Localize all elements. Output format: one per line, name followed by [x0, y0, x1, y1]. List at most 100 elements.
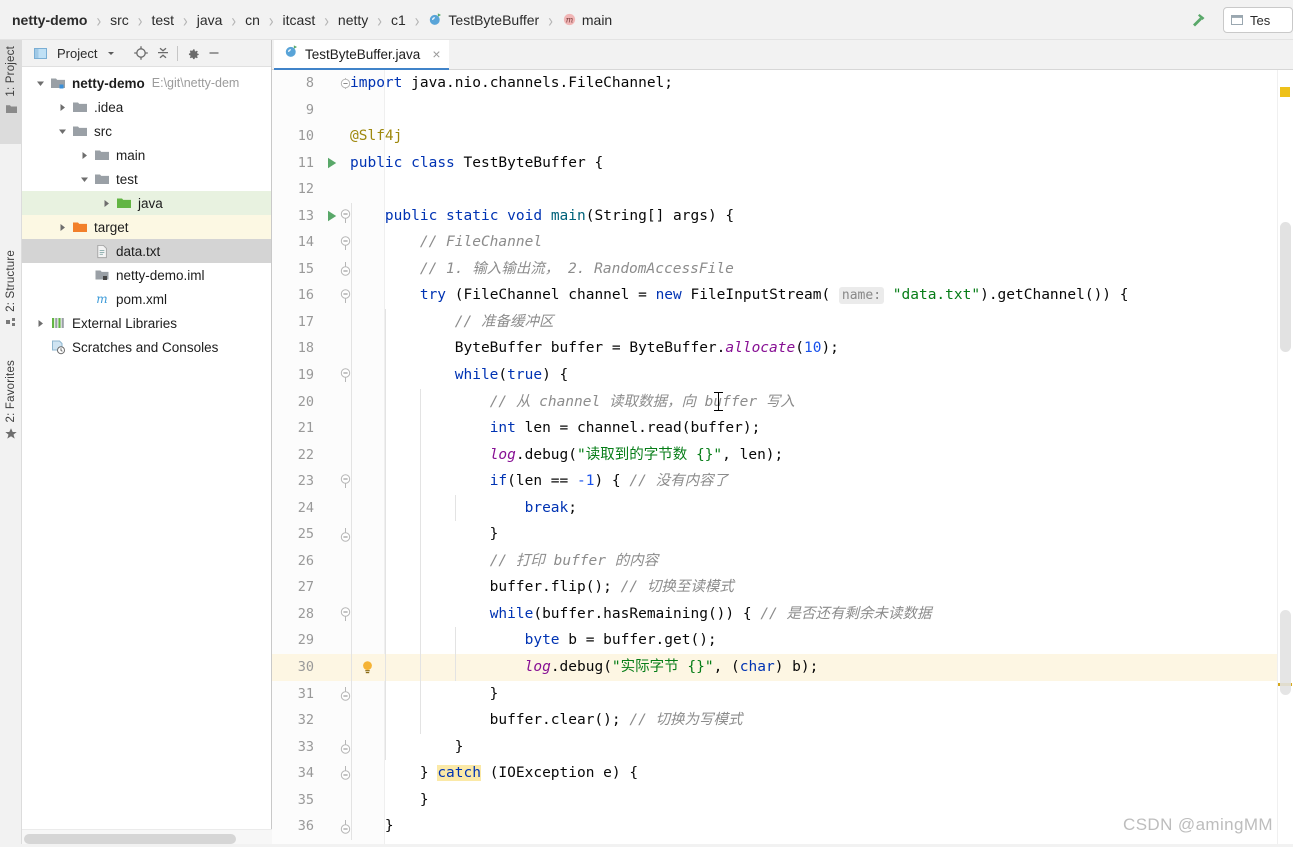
code-text[interactable]: public class TestByteBuffer {	[350, 150, 603, 177]
code-line[interactable]: 13 public static void main(String[] args…	[272, 202, 1293, 230]
code-text[interactable]: while(true) {	[350, 362, 569, 389]
code-text[interactable]: if(len == -1) { // 没有内容了	[350, 468, 728, 495]
code-line[interactable]: 35 }	[272, 786, 1293, 814]
list-item[interactable]: .idea	[22, 95, 271, 119]
code-text[interactable]: byte b = buffer.get();	[350, 627, 717, 654]
code-text[interactable]: }	[350, 681, 499, 708]
breadcrumb-item-c1[interactable]: c1	[389, 12, 408, 28]
code-viewport[interactable]: 8 import java.nio.channels.FileChannel; 9 1…	[272, 70, 1293, 847]
list-item[interactable]: m pom.xml	[22, 287, 271, 311]
code-text[interactable]: log.debug("读取到的字节数 {}", len);	[350, 442, 784, 469]
code-line[interactable]: 9	[272, 97, 1293, 124]
code-text[interactable]: int len = channel.read(buffer);	[350, 415, 761, 442]
gear-icon[interactable]	[181, 42, 203, 64]
code-line[interactable]: 16 try (FileChannel channel = new FileIn…	[272, 282, 1293, 309]
code-line[interactable]: 25 }	[272, 521, 1293, 548]
code-text[interactable]: ByteBuffer buffer = ByteBuffer.allocate(…	[350, 335, 839, 362]
chevron-right-icon[interactable]	[98, 195, 114, 211]
code-text[interactable]: }	[350, 734, 464, 761]
breadcrumb-item-netty-demo[interactable]: netty-demo	[10, 12, 89, 28]
code-line[interactable]: 20 // 从 channel 读取数据，向 buffer 写入	[272, 388, 1293, 416]
build-project-button[interactable]	[1185, 6, 1213, 34]
code-text[interactable]: break;	[350, 495, 577, 522]
list-item[interactable]: main	[22, 143, 271, 167]
scrollbar-thumb[interactable]	[24, 834, 236, 844]
code-text[interactable]: buffer.clear(); // 切换为写模式	[350, 707, 743, 734]
chevron-right-icon[interactable]	[32, 315, 48, 331]
code-text[interactable]: }	[350, 521, 499, 548]
breadcrumb-item-test[interactable]: test	[149, 12, 176, 28]
code-text[interactable]: // 准备缓冲区	[350, 309, 554, 336]
sidebar-item-favorites[interactable]: 2: Favorites	[0, 360, 22, 470]
chevron-right-icon[interactable]	[54, 219, 70, 235]
breadcrumb-item-netty[interactable]: netty	[336, 12, 370, 28]
list-item[interactable]: target	[22, 215, 271, 239]
list-item[interactable]: Scratches and Consoles	[22, 335, 271, 359]
code-text[interactable]: @Slf4j	[350, 123, 402, 150]
close-icon[interactable]: ×	[432, 47, 440, 61]
code-line[interactable]: 12	[272, 176, 1293, 203]
code-line[interactable]: 17 // 准备缓冲区	[272, 308, 1293, 336]
code-text[interactable]: while(buffer.hasRemaining()) { // 是否还有剩余…	[350, 601, 932, 628]
code-text[interactable]: buffer.flip(); // 切换至读模式	[350, 574, 734, 601]
code-text[interactable]: public static void main(String[] args) {	[350, 203, 734, 230]
code-line[interactable]: 21 int len = channel.read(buffer);	[272, 415, 1293, 442]
code-line[interactable]: 30 log.debug("实际字节 {}", (char) b);	[272, 654, 1293, 681]
list-item[interactable]: netty-demo E:\git\netty-dem	[22, 71, 271, 95]
run-configuration-selector[interactable]: Tes	[1223, 7, 1293, 33]
sidebar-item-structure[interactable]: 2: Structure	[0, 250, 22, 346]
code-line[interactable]: 8 import java.nio.channels.FileChannel;	[272, 70, 1293, 97]
code-line[interactable]: 32 buffer.clear(); // 切换为写模式	[272, 707, 1293, 734]
locate-icon[interactable]	[130, 42, 152, 64]
code-line[interactable]: 31 }	[272, 680, 1293, 708]
sidebar-item-project[interactable]: 1: Project	[0, 40, 22, 144]
list-item[interactable]: test	[22, 167, 271, 191]
chevron-right-icon[interactable]	[76, 147, 92, 163]
code-line[interactable]: 29 byte b = buffer.get();	[272, 627, 1293, 655]
code-text[interactable]: import java.nio.channels.FileChannel;	[350, 70, 673, 97]
code-text[interactable]: }	[350, 787, 429, 814]
code-text[interactable]: try (FileChannel channel = new FileInput…	[350, 282, 1129, 310]
code-line[interactable]: 34 } catch (IOException e) {	[272, 760, 1293, 787]
code-line[interactable]: 15 // 1. 输入输出流， 2. RandomAccessFile	[272, 255, 1293, 283]
chevron-down-icon[interactable]	[76, 171, 92, 187]
list-item[interactable]: netty-demo.iml	[22, 263, 271, 287]
chevron-down-icon[interactable]	[32, 75, 48, 91]
editor-marker-bar[interactable]	[1277, 70, 1293, 847]
project-tree[interactable]: netty-demo E:\git\netty-dem .idea src main te…	[22, 67, 271, 829]
breadcrumb[interactable]: netty-demo › src › test › java › cn › itcast › netty…	[10, 0, 614, 39]
breadcrumb-item-java[interactable]: java	[195, 12, 225, 28]
code-line[interactable]: 18 ByteBuffer buffer = ByteBuffer.alloca…	[272, 335, 1293, 363]
chevron-down-icon[interactable]	[54, 123, 70, 139]
code-lines[interactable]: 8 import java.nio.channels.FileChannel; 9 1…	[272, 70, 1293, 840]
code-text[interactable]: // 打印 buffer 的内容	[350, 548, 659, 575]
code-line[interactable]: 22 log.debug("读取到的字节数 {}", len);	[272, 441, 1293, 469]
code-line[interactable]: 27 buffer.flip(); // 切换至读模式	[272, 574, 1293, 601]
code-line[interactable]: 33 }	[272, 733, 1293, 761]
code-text[interactable]: }	[350, 813, 394, 840]
code-text[interactable]: } catch (IOException e) {	[350, 760, 638, 787]
editor-vertical-scrollbar[interactable]	[1280, 222, 1291, 352]
code-line[interactable]: 10 @Slf4j	[272, 123, 1293, 150]
list-item[interactable]: src	[22, 119, 271, 143]
breadcrumb-item-src[interactable]: src	[108, 12, 131, 28]
code-line[interactable]: 23 if(len == -1) { // 没有内容了	[272, 468, 1293, 495]
code-line[interactable]: 11 public class TestByteBuffer {	[272, 150, 1293, 177]
code-text[interactable]: // FileChannel	[350, 229, 542, 256]
code-text[interactable]: // 从 channel 读取数据，向 buffer 写入	[350, 389, 795, 416]
chevron-right-icon[interactable]	[54, 99, 70, 115]
warning-marker[interactable]	[1280, 87, 1290, 97]
hide-window-icon[interactable]	[203, 42, 225, 64]
breadcrumb-item-itcast[interactable]: itcast	[281, 12, 318, 28]
list-item[interactable]: data.txt	[22, 239, 271, 263]
list-item[interactable]: External Libraries	[22, 311, 271, 335]
editor-vertical-scrollbar-lower[interactable]	[1280, 610, 1291, 695]
code-text[interactable]: // 1. 输入输出流， 2. RandomAccessFile	[350, 256, 734, 283]
code-line[interactable]: 14 // FileChannel	[272, 229, 1293, 256]
breadcrumb-item-main[interactable]: m main	[560, 12, 614, 28]
code-line[interactable]: 24 break;	[272, 494, 1293, 522]
list-item[interactable]: java	[22, 191, 271, 215]
chevron-down-icon[interactable]	[100, 42, 122, 64]
breadcrumb-item-testbytebuffer[interactable]: TestByteBuffer	[426, 12, 541, 28]
breadcrumb-item-cn[interactable]: cn	[243, 12, 262, 28]
